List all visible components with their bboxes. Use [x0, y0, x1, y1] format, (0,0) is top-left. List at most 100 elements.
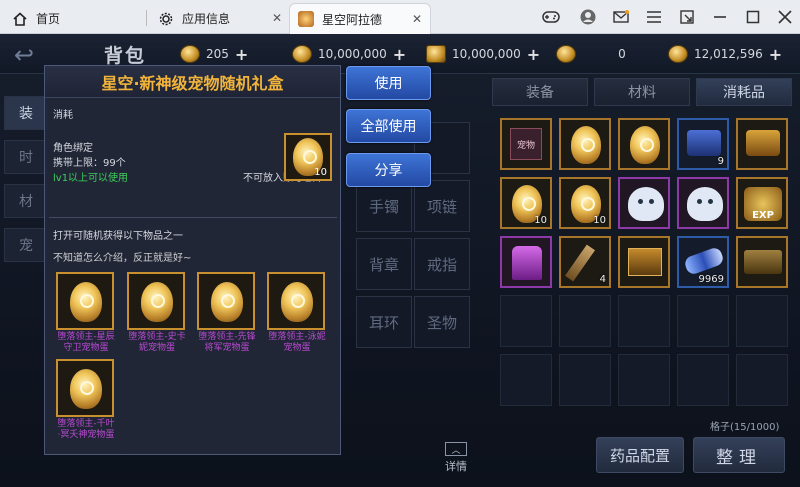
detail-button[interactable]: ︿ 详情 [438, 442, 474, 474]
inventory-slot[interactable] [559, 118, 611, 170]
reward-item[interactable]: 堕落领主-星辰守卫宠物蛋 [56, 272, 118, 354]
game-app-icon [298, 11, 314, 27]
reward-name: 堕落领主-史卡妮宠物蛋 [128, 332, 186, 353]
inventory-slot-empty[interactable] [559, 354, 611, 406]
currency-value: 10,000,000 [452, 47, 521, 61]
home-icon [12, 11, 28, 27]
side-tab-material[interactable]: 材 [4, 184, 48, 218]
use-all-button[interactable]: 全部使用 [346, 109, 431, 143]
missile-icon [683, 246, 725, 276]
equip-slot-relic[interactable]: 圣物 [414, 296, 470, 348]
inventory-slot[interactable]: 9969 [677, 236, 729, 288]
inventory-slot[interactable] [618, 236, 670, 288]
menu-icon[interactable] [645, 8, 663, 26]
pet-egg-icon [630, 126, 660, 164]
detail-label: 详情 [445, 460, 467, 473]
equip-slot-earring[interactable]: 耳环 [356, 296, 412, 348]
gold-coin-icon [292, 45, 312, 63]
side-tab-fashion[interactable]: 时 [4, 140, 48, 174]
inventory-slot[interactable]: 9 [677, 118, 729, 170]
use-button[interactable]: 使用 [346, 66, 431, 100]
add-currency-button[interactable]: + [527, 45, 540, 64]
inventory-slot[interactable]: 10 [559, 177, 611, 229]
item-count: 4 [599, 274, 606, 285]
close-icon[interactable]: ✕ [412, 12, 422, 26]
add-currency-button[interactable]: + [393, 45, 406, 64]
tab-equipment[interactable]: 装备 [492, 78, 588, 106]
inventory-slot-empty[interactable] [618, 354, 670, 406]
hammer-icon [565, 244, 595, 282]
inventory-slot-empty[interactable] [500, 354, 552, 406]
inventory-slot[interactable] [618, 118, 670, 170]
tab-game[interactable]: 星空阿拉德 ✕ [289, 3, 431, 34]
currency-1: 205 + [180, 43, 248, 65]
inventory-slot[interactable] [677, 177, 729, 229]
item-count: 10 [593, 215, 606, 226]
equip-slot-ring[interactable]: 戒指 [414, 238, 470, 290]
reward-item[interactable]: 堕落领主-史卡妮宠物蛋 [127, 272, 189, 354]
tab-home[interactable]: 首页 [12, 3, 60, 34]
back-arrow-icon[interactable]: ↩ [14, 41, 34, 69]
gear-icon [158, 11, 174, 27]
pet-card-icon: 宠物 [510, 128, 542, 160]
reward-name: 堕落领主-千叶·冥夭神宠物蛋 [57, 419, 115, 440]
tab-divider [146, 10, 147, 26]
inventory-slot[interactable] [618, 177, 670, 229]
minimize-icon[interactable] [711, 8, 729, 26]
inventory-slot[interactable]: 10 [500, 177, 552, 229]
gamepad-icon[interactable] [542, 8, 560, 26]
sort-button[interactable]: 整理 [693, 437, 785, 473]
share-button[interactable]: 分享 [346, 153, 431, 187]
reward-item[interactable]: 堕落领主-泳妮宠物蛋 [267, 272, 329, 354]
gold-bar-icon [426, 45, 446, 63]
inventory-slot-empty[interactable] [677, 295, 729, 347]
inventory-slot[interactable] [500, 236, 552, 288]
reward-item[interactable]: 堕落领主-千叶·冥夭神宠物蛋 [56, 359, 118, 441]
reward-name: 堕落领主-星辰守卫宠物蛋 [57, 332, 115, 353]
equip-slot-back[interactable]: 背章 [356, 238, 412, 290]
reward-icon-frame [56, 359, 114, 417]
side-tab-equip[interactable]: 装 [4, 96, 48, 130]
item-bind: 角色绑定 [53, 143, 93, 154]
equip-slot-bracelet[interactable]: 手镯 [356, 180, 412, 232]
tab-bar: 首页 应用信息 ✕ 星空阿拉德 ✕ [0, 0, 800, 34]
inventory-grid: 宠物 9 10 10 EXP 4 9969 [498, 118, 794, 443]
tab-app-info[interactable]: 应用信息 ✕ [150, 3, 290, 34]
reward-name: 堕落领主-泳妮宠物蛋 [268, 332, 326, 353]
gold-chest-icon [746, 130, 780, 156]
tab-consumables[interactable]: 消耗品 [696, 78, 792, 106]
inventory-slot-empty[interactable] [677, 354, 729, 406]
inventory-slot-empty[interactable] [559, 295, 611, 347]
inventory-slot[interactable] [736, 236, 788, 288]
inventory-slot[interactable]: 宠物 [500, 118, 552, 170]
tab-materials[interactable]: 材料 [594, 78, 690, 106]
add-currency-button[interactable]: + [769, 45, 782, 64]
mail-icon[interactable] [612, 8, 630, 26]
chevron-up-icon: ︿ [445, 442, 467, 456]
inventory-slot-empty[interactable] [736, 354, 788, 406]
pet-egg-icon [571, 126, 601, 164]
tab-home-label: 首页 [36, 12, 61, 26]
inventory-slot[interactable]: 4 [559, 236, 611, 288]
add-currency-button[interactable]: + [235, 45, 248, 64]
equip-slot-necklace[interactable]: 项链 [414, 180, 470, 232]
avatar-icon[interactable] [579, 8, 597, 26]
side-tab-pet[interactable]: 宠 [4, 228, 48, 262]
pet-egg-icon [70, 369, 102, 409]
tab-app-info-label: 应用信息 [182, 12, 231, 26]
inventory-slot[interactable]: EXP [736, 177, 788, 229]
currency-5: 12,012,596 + [668, 43, 782, 65]
potion-config-button[interactable]: 药品配置 [596, 437, 684, 473]
reward-item[interactable]: 堕落领主-先锋将军宠物蛋 [197, 272, 259, 354]
inventory-slot-empty[interactable] [500, 295, 552, 347]
close-icon[interactable]: ✕ [272, 11, 282, 25]
inventory-slot-empty[interactable] [618, 295, 670, 347]
game-viewport: ↩ 背包 205 + 10,000,000 + 10,000,000 + 0 +… [0, 34, 800, 487]
pip-icon[interactable] [678, 8, 696, 26]
close-window-icon[interactable] [776, 8, 794, 26]
inventory-slot-empty[interactable] [736, 295, 788, 347]
maximize-icon[interactable] [744, 8, 762, 26]
inventory-slot[interactable] [736, 118, 788, 170]
exp-potion-icon: EXP [744, 187, 782, 221]
open-description: 打开可随机获得以下物品之一 [53, 231, 183, 242]
